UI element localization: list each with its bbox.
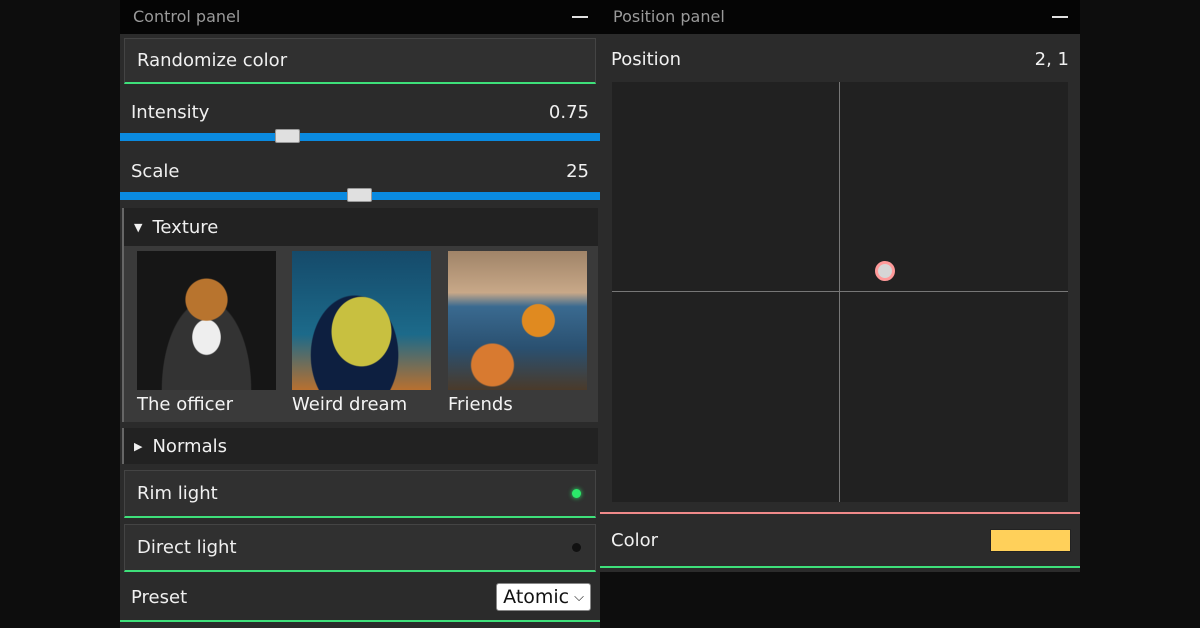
position-panel: Position panel Position 2, 1 Color <box>600 0 1080 572</box>
indicator-off-icon <box>572 543 581 552</box>
intensity-label: Intensity <box>131 101 210 123</box>
randomize-color-button[interactable]: Randomize color <box>124 38 596 84</box>
texture-folder[interactable]: ▼ Texture <box>122 208 598 246</box>
control-panel: Control panel Randomize color Intensity 0… <box>120 0 600 628</box>
scale-slider[interactable] <box>120 188 600 202</box>
texture-item[interactable]: Friends <box>448 251 587 415</box>
rim-light-toggle[interactable]: Rim light <box>124 470 596 518</box>
intensity-value: 0.75 <box>548 101 589 123</box>
texture-caption: The officer <box>137 394 233 415</box>
texture-image <box>448 251 587 390</box>
preset-select[interactable]: Atomic ⌵ <box>496 583 591 611</box>
position-panel-titlebar[interactable]: Position panel <box>600 0 1080 34</box>
texture-item[interactable]: Weird dream <box>292 251 431 415</box>
pad-vertical-axis <box>839 82 840 502</box>
folder-label: Texture <box>152 216 219 238</box>
texture-image <box>137 251 276 390</box>
preset-label: Preset <box>131 586 188 608</box>
position-label: Position <box>611 48 682 70</box>
preset-row: Preset Atomic ⌵ <box>120 574 600 622</box>
direct-light-toggle[interactable]: Direct light <box>124 524 596 572</box>
scale-value: 25 <box>566 160 589 182</box>
control-panel-titlebar[interactable]: Control panel <box>120 0 600 34</box>
intensity-slider[interactable] <box>120 129 600 143</box>
caret-down-icon: ▼ <box>134 220 143 234</box>
minimize-icon[interactable] <box>572 16 588 18</box>
button-label: Randomize color <box>137 50 288 71</box>
divider <box>600 512 1080 514</box>
position-row: Position 2, 1 <box>600 42 1080 76</box>
slider-thumb[interactable] <box>347 188 372 202</box>
folder-label: Normals <box>152 435 227 457</box>
position-value: 2, 1 <box>1034 48 1069 70</box>
chevron-down-icon: ⌵ <box>574 589 584 605</box>
texture-item[interactable]: The officer <box>137 251 276 415</box>
panel-title: Control panel <box>133 7 241 26</box>
texture-caption: Friends <box>448 394 513 415</box>
color-swatch[interactable] <box>990 529 1071 552</box>
toggle-label: Direct light <box>137 537 237 558</box>
pad-handle[interactable] <box>875 261 895 281</box>
indicator-on-icon <box>572 489 581 498</box>
texture-grid: The officer Weird dream Friends <box>122 246 598 422</box>
preset-selected: Atomic <box>503 586 570 608</box>
minimize-icon[interactable] <box>1052 16 1068 18</box>
pad-horizontal-axis <box>612 291 1068 292</box>
slider-thumb[interactable] <box>275 129 300 143</box>
normals-folder[interactable]: ▶ Normals <box>122 428 598 464</box>
texture-caption: Weird dream <box>292 394 408 415</box>
caret-right-icon: ▶ <box>134 439 143 453</box>
intensity-row: Intensity 0.75 <box>120 98 600 126</box>
color-label: Color <box>611 530 658 551</box>
color-row: Color <box>600 515 1080 568</box>
toggle-label: Rim light <box>137 483 218 504</box>
panel-title: Position panel <box>613 7 725 26</box>
position-pad[interactable] <box>612 82 1068 502</box>
texture-image <box>292 251 431 390</box>
scale-row: Scale 25 <box>120 157 600 185</box>
scale-label: Scale <box>131 160 180 182</box>
